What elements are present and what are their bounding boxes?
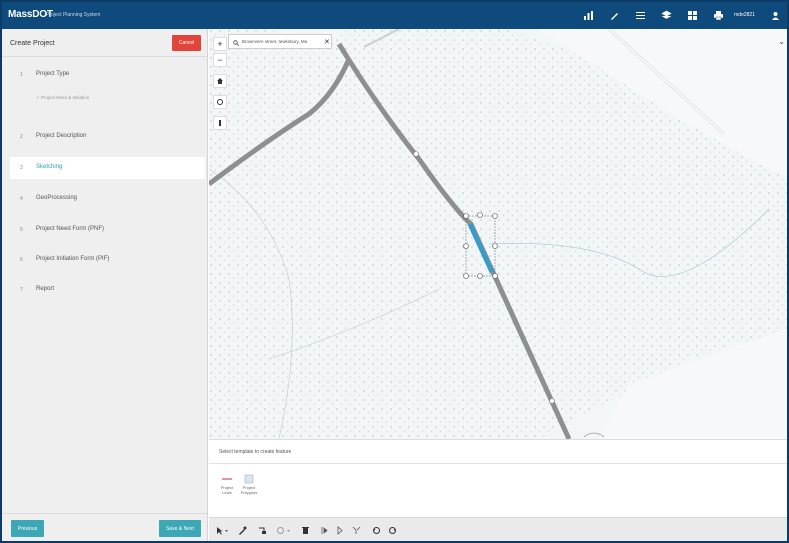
undo-icon[interactable] xyxy=(371,525,381,535)
zoom-in-button[interactable]: + xyxy=(213,37,227,51)
step-project-description[interactable]: 2 Project Description xyxy=(2,126,208,148)
step-pnf[interactable]: 5 Project Need Form (PNF) xyxy=(2,219,208,241)
step-label: Report xyxy=(36,286,55,292)
step-number: 2 xyxy=(20,134,23,140)
sidebar-header: Create Project Cancel xyxy=(2,29,208,57)
template-panel-title: Select template to create feature xyxy=(219,449,292,455)
home-icon[interactable] xyxy=(213,74,227,88)
step-label: Sketching xyxy=(36,164,63,170)
select-pointer-icon[interactable] xyxy=(215,525,231,535)
map-canvas[interactable] xyxy=(209,29,787,439)
template-label: Project Polygons xyxy=(240,485,258,495)
map-view[interactable]: + − ✕ ⌄ xyxy=(209,29,787,439)
step-number: 7 xyxy=(20,287,23,293)
step-label: Project Need Form (PNF) xyxy=(36,226,105,232)
template-label: Project Lines xyxy=(220,485,234,495)
username[interactable]: mde2821 xyxy=(734,12,755,18)
step-number: 6 xyxy=(20,257,23,263)
grid-icon[interactable] xyxy=(686,9,698,21)
step-project-type[interactable]: 1 Project Type xyxy=(2,64,208,86)
step-report[interactable]: 7 Report xyxy=(2,279,208,301)
merge-icon[interactable] xyxy=(351,525,361,535)
expand-icon[interactable]: ⌄ xyxy=(778,37,785,46)
layers-icon[interactable] xyxy=(660,9,672,21)
template-panel: Select template to create feature Projec… xyxy=(209,439,787,517)
app-window: MassDOT Project Planning System mde2821 xyxy=(2,2,787,541)
rotate-icon[interactable] xyxy=(275,525,293,535)
cut-icon[interactable] xyxy=(335,525,345,535)
step-geoprocessing[interactable]: 4 GeoProcessing xyxy=(2,188,208,210)
substep-label: Project Need & Initiation xyxy=(41,95,90,100)
template-project-lines[interactable]: Project Lines xyxy=(216,474,238,495)
step-number: 1 xyxy=(20,72,23,78)
save-next-button[interactable]: Save & Next xyxy=(159,520,201,537)
topbar-icons: mde2821 xyxy=(582,9,781,21)
chart-icon[interactable] xyxy=(582,9,594,21)
zoom-out-button[interactable]: − xyxy=(213,53,227,67)
template-panel-header: Select template to create feature xyxy=(209,440,787,464)
step-label: Project Initiation Form (PIF) xyxy=(36,256,110,262)
cancel-button[interactable]: Cancel xyxy=(172,35,201,51)
search-icon xyxy=(233,33,239,51)
step-label: Project Type xyxy=(36,71,70,77)
split-icon[interactable] xyxy=(319,525,329,535)
vertex-edit-icon[interactable] xyxy=(237,525,247,535)
delete-icon[interactable] xyxy=(300,525,310,535)
brand-subtitle: Project Planning System xyxy=(46,12,101,18)
sidebar-footer: Previous Save & Next xyxy=(2,513,208,541)
clear-icon[interactable]: ✕ xyxy=(324,38,330,46)
step-sketching[interactable]: 3 Sketching xyxy=(10,157,205,179)
step-number: 3 xyxy=(20,165,23,171)
step-label: Project Description xyxy=(36,133,87,139)
sidebar-title: Create Project xyxy=(10,40,55,47)
sketch-toolbar xyxy=(209,517,787,541)
search-input[interactable] xyxy=(242,39,322,44)
template-project-polygons[interactable]: Project Polygons xyxy=(238,474,260,495)
redo-icon[interactable] xyxy=(387,525,397,535)
locate-icon[interactable] xyxy=(213,95,227,109)
previous-button[interactable]: Previous xyxy=(11,520,44,537)
reshape-icon[interactable] xyxy=(257,525,267,535)
step-number: 4 xyxy=(20,196,23,202)
create-project-sidebar: Create Project Cancel 1 Project Type ✓ P… xyxy=(2,29,208,541)
line-icon xyxy=(222,478,232,480)
step-pif[interactable]: 6 Project Initiation Form (PIF) xyxy=(2,249,208,271)
map-search[interactable]: ✕ xyxy=(228,34,332,49)
polygon-icon xyxy=(244,474,254,484)
substep-project-need: ✓ Project Need & Initiation xyxy=(36,95,89,101)
user-icon[interactable] xyxy=(769,9,781,21)
street-view-icon[interactable] xyxy=(213,116,227,130)
list-icon[interactable] xyxy=(634,9,646,21)
print-icon[interactable] xyxy=(712,9,724,21)
pencil-icon[interactable] xyxy=(608,9,620,21)
top-bar: MassDOT Project Planning System mde2821 xyxy=(2,2,787,29)
step-label: GeoProcessing xyxy=(36,195,78,201)
step-number: 5 xyxy=(20,227,23,233)
